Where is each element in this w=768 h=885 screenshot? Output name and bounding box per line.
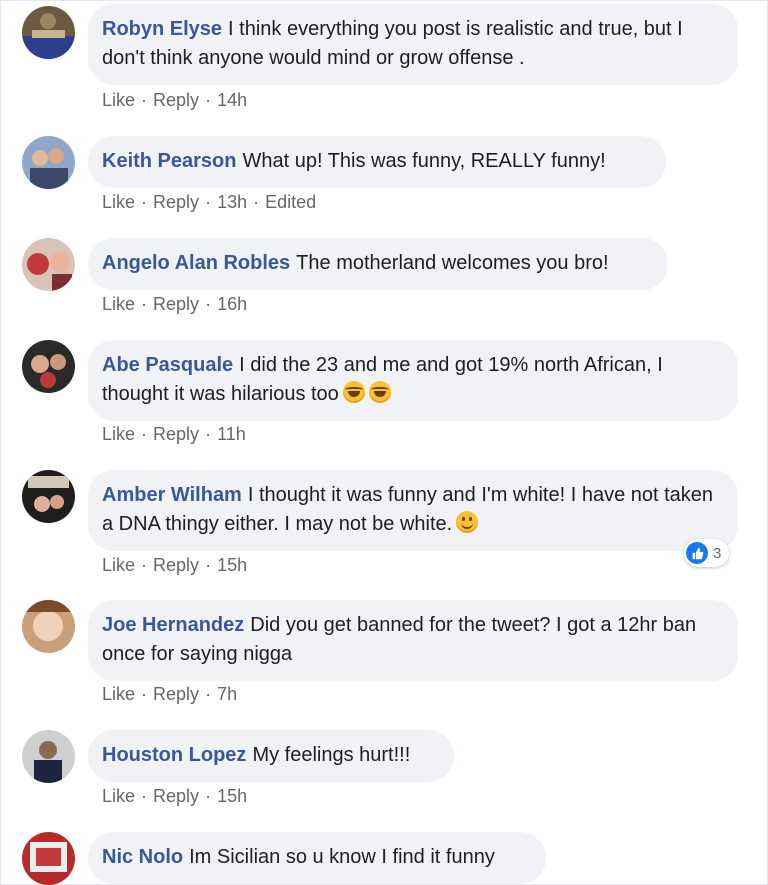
avatar[interactable]: [22, 340, 75, 393]
like-link[interactable]: Like: [102, 555, 135, 575]
separator: ·: [141, 786, 148, 806]
reply-link[interactable]: Reply: [153, 684, 199, 704]
comment-text: The motherland welcomes you bro!: [296, 252, 609, 274]
comment-timestamp[interactable]: 16h: [217, 294, 247, 314]
comment-actions: Like · Reply · 11h: [102, 424, 246, 445]
separator: ·: [205, 90, 212, 110]
comment-actions: Like · Reply · 7h: [102, 684, 237, 705]
like-link[interactable]: Like: [102, 786, 135, 806]
comment-author[interactable]: Joe Hernandez: [102, 614, 244, 636]
avatar[interactable]: [22, 6, 75, 59]
comment-author[interactable]: Amber Wilham: [102, 484, 242, 506]
comment-author[interactable]: Keith Pearson: [102, 150, 236, 172]
avatar[interactable]: [22, 730, 75, 783]
like-link[interactable]: Like: [102, 684, 135, 704]
separator: ·: [205, 555, 212, 575]
avatar[interactable]: [22, 136, 75, 189]
separator: ·: [253, 192, 260, 212]
comment-author[interactable]: Nic Nolo: [102, 846, 183, 868]
reply-link[interactable]: Reply: [153, 786, 199, 806]
like-link[interactable]: Like: [102, 294, 135, 314]
separator: ·: [205, 294, 212, 314]
avatar[interactable]: [22, 832, 75, 885]
laughing-crying-emoji: [342, 381, 365, 403]
separator: ·: [141, 424, 148, 444]
comment-bubble: Nic Nolo Im Sicilian so u know I find it …: [88, 832, 546, 884]
comment-bubble: Joe Hernandez Did you get banned for the …: [88, 600, 738, 681]
comment-actions: Like · Reply · 16h: [102, 294, 247, 315]
comment-actions: Like · Reply · 13h · Edited: [102, 192, 316, 213]
comment-bubble: Angelo Alan Robles The motherland welcome…: [88, 238, 668, 290]
like-link[interactable]: Like: [102, 192, 135, 212]
avatar[interactable]: [22, 600, 75, 653]
comment-actions: Like · Reply · 15h: [102, 786, 247, 807]
separator: ·: [141, 684, 148, 704]
comment-bubble: Robyn Elyse I think everything you post i…: [88, 4, 738, 85]
comment-author[interactable]: Angelo Alan Robles: [102, 252, 290, 274]
separator: ·: [205, 424, 212, 444]
reply-link[interactable]: Reply: [153, 294, 199, 314]
comment-bubble: Keith Pearson What up! This was funny, RE…: [88, 136, 666, 188]
thumbs-up-icon: [686, 542, 708, 564]
comment-timestamp[interactable]: 14h: [217, 90, 247, 110]
like-link[interactable]: Like: [102, 90, 135, 110]
edited-label[interactable]: Edited: [265, 192, 316, 212]
comment-timestamp[interactable]: 15h: [217, 555, 247, 575]
separator: ·: [205, 786, 212, 806]
comment-text: My feelings hurt!!!: [252, 744, 411, 766]
reaction-summary[interactable]: 3: [684, 539, 730, 567]
comment-timestamp[interactable]: 13h: [217, 192, 247, 212]
comment-bubble: Amber Wilham I thought it was funny and I…: [88, 470, 738, 551]
separator: ·: [141, 555, 148, 575]
separator: ·: [141, 90, 148, 110]
comment-author[interactable]: Abe Pasquale: [102, 354, 233, 376]
reply-link[interactable]: Reply: [153, 555, 199, 575]
comment-text: Im Sicilian so u know I find it funny: [189, 846, 495, 868]
comment-author[interactable]: Houston Lopez: [102, 744, 246, 766]
separator: ·: [205, 192, 212, 212]
comment-actions: Like · Reply · 14h: [102, 90, 247, 111]
reaction-count: 3: [713, 544, 722, 562]
comment-timestamp[interactable]: 7h: [217, 684, 237, 704]
separator: ·: [205, 684, 212, 704]
comment-bubble: Abe Pasquale I did the 23 and me and got …: [88, 340, 738, 421]
comment-timestamp[interactable]: 11h: [217, 424, 246, 444]
reply-link[interactable]: Reply: [153, 192, 199, 212]
comment-actions: Like · Reply · 15h: [102, 555, 247, 576]
smiley-emoji: [456, 511, 479, 533]
separator: ·: [141, 294, 148, 314]
reply-link[interactable]: Reply: [153, 90, 199, 110]
comment-author[interactable]: Robyn Elyse: [102, 18, 222, 40]
comment-timestamp[interactable]: 15h: [217, 786, 247, 806]
laughing-crying-emoji: [368, 381, 391, 403]
comment-bubble: Houston Lopez My feelings hurt!!!: [88, 730, 454, 782]
avatar[interactable]: [22, 470, 75, 523]
like-link[interactable]: Like: [102, 424, 135, 444]
reply-link[interactable]: Reply: [153, 424, 199, 444]
separator: ·: [141, 192, 148, 212]
comment-text: What up! This was funny, REALLY funny!: [242, 150, 606, 172]
avatar[interactable]: [22, 238, 75, 291]
